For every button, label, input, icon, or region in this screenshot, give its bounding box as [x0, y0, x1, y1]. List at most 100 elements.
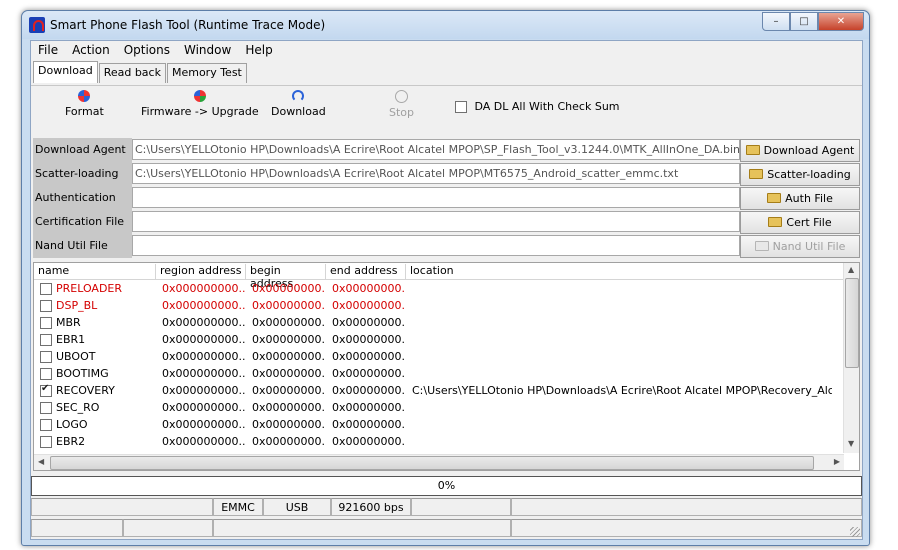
- row-checkbox[interactable]: [40, 351, 52, 363]
- row-checkbox[interactable]: [40, 383, 52, 397]
- download-agent-row: Download Agent C:\Users\YELLOtonio HP\Do…: [33, 138, 860, 162]
- partition-name-cell: DSP_BL: [56, 299, 98, 312]
- end-address-cell: 0x00000000...: [332, 333, 404, 346]
- table-row[interactable]: DSP_BL 0x000000000... 0x00000000... 0x00000…: [34, 297, 844, 314]
- menu-action[interactable]: Action: [65, 41, 117, 60]
- row-checkbox[interactable]: [40, 283, 52, 295]
- horizontal-scroll-thumb[interactable]: [50, 456, 814, 470]
- window-title: Smart Phone Flash Tool (Runtime Trace Mo…: [50, 18, 326, 32]
- col-begin-address[interactable]: begin address: [246, 264, 326, 290]
- table-row[interactable]: MBR 0x000000000... 0x00000000... 0x00000000…: [34, 314, 844, 331]
- row-checkbox[interactable]: [40, 334, 52, 346]
- partition-name-cell: PRELOADER: [56, 282, 123, 295]
- app-icon: [29, 17, 45, 33]
- partition-table: name region address begin address end ad…: [33, 262, 860, 471]
- table-header: name region address begin address end ad…: [34, 263, 844, 290]
- da-dl-check-option[interactable]: DA DL All With Check Sum: [455, 100, 620, 113]
- table-row[interactable]: EBR1 0x000000000... 0x00000000... 0x0000000…: [34, 331, 844, 348]
- title-bar[interactable]: Smart Phone Flash Tool (Runtime Trace Mo…: [22, 11, 869, 39]
- client-area: File Action Options Window Help Download…: [30, 40, 863, 540]
- table-row[interactable]: EBR2 0x000000000... 0x00000000... 0x0000000…: [34, 433, 844, 450]
- status-cell-empty: [31, 519, 123, 537]
- scatter-loading-field[interactable]: C:\Users\YELLOtonio HP\Downloads\A Ecrir…: [132, 163, 740, 184]
- vertical-scroll-thumb[interactable]: [845, 278, 859, 368]
- firmware-upgrade-button[interactable]: Firmware -> Upgrade: [141, 90, 259, 118]
- menu-window[interactable]: Window: [177, 41, 238, 60]
- tab-memory-test[interactable]: Memory Test: [166, 63, 247, 83]
- begin-address-cell: 0x00000000...: [252, 435, 326, 448]
- download-icon: [292, 90, 305, 102]
- scatter-loading-label: Scatter-loading File: [33, 162, 132, 204]
- nand-util-button[interactable]: Nand Util File: [740, 235, 860, 258]
- row-checkbox[interactable]: [40, 368, 52, 380]
- folder-icon: [754, 241, 769, 251]
- row-checkbox[interactable]: [40, 402, 52, 414]
- col-end-address[interactable]: end address: [326, 264, 406, 279]
- stop-label: Stop: [389, 106, 415, 119]
- row-checkbox[interactable]: [40, 317, 52, 329]
- table-row[interactable]: RECOVERY 0x000000000... 0x00000000... 0x000…: [34, 382, 844, 399]
- auth-file-row: Authentication File Auth File: [33, 186, 860, 228]
- begin-address-cell: 0x00000000...: [252, 299, 326, 312]
- menu-options[interactable]: Options: [117, 41, 177, 60]
- col-region-address[interactable]: region address: [156, 264, 246, 279]
- da-dl-checkbox[interactable]: [455, 101, 467, 113]
- tab-read-back[interactable]: Read back: [98, 63, 166, 83]
- col-name[interactable]: name: [34, 264, 156, 279]
- row-checkbox[interactable]: [40, 436, 52, 448]
- maximize-button[interactable]: □: [790, 12, 818, 31]
- firmware-upgrade-label: Firmware -> Upgrade: [141, 105, 259, 118]
- horizontal-scrollbar[interactable]: ◀ ▶: [34, 454, 844, 470]
- cert-file-field[interactable]: [132, 211, 740, 232]
- table-row[interactable]: UBOOT 0x000000000... 0x00000000... 0x000000…: [34, 348, 844, 365]
- vertical-scrollbar[interactable]: ▲ ▼: [843, 263, 859, 453]
- row-checkbox[interactable]: [40, 300, 52, 312]
- partition-name-cell: EBR1: [56, 333, 86, 346]
- auth-file-field[interactable]: [132, 187, 740, 208]
- begin-address-cell: 0x00000000...: [252, 316, 326, 329]
- nand-util-field[interactable]: [132, 235, 740, 256]
- download-agent-button[interactable]: Download Agent: [740, 139, 860, 162]
- menu-help[interactable]: Help: [238, 41, 279, 60]
- auth-file-button-label: Auth File: [785, 192, 833, 205]
- status-cell-empty: [213, 519, 511, 537]
- status-bar: EMMC USB 921600 bps: [31, 498, 862, 518]
- table-row[interactable]: PRELOADER 0x000000000... 0x00000000... 0x00…: [34, 280, 844, 297]
- scroll-right-icon[interactable]: ▶: [834, 457, 840, 466]
- scatter-loading-button[interactable]: Scatter-loading: [740, 163, 860, 186]
- auth-file-button[interactable]: Auth File: [740, 187, 860, 210]
- format-button[interactable]: Format: [65, 90, 104, 118]
- close-button[interactable]: ✕: [818, 12, 864, 31]
- status-storage: EMMC: [213, 498, 263, 516]
- stop-button[interactable]: Stop: [389, 90, 414, 119]
- scroll-left-icon[interactable]: ◀: [38, 457, 44, 466]
- region-address-cell: 0x000000000...: [162, 367, 246, 380]
- location-cell: C:\Users\YELLOtonio HP\Downloads\A Ecrir…: [412, 384, 832, 397]
- col-location[interactable]: location: [406, 264, 844, 279]
- status-cell-empty: [411, 498, 511, 516]
- nand-util-label: Nand Util File: [33, 234, 132, 258]
- minimize-button[interactable]: –: [762, 12, 790, 31]
- begin-address-cell: 0x00000000...: [252, 350, 326, 363]
- table-row[interactable]: LOGO 0x000000000... 0x00000000... 0x0000000…: [34, 416, 844, 433]
- menu-file[interactable]: File: [31, 41, 65, 60]
- partition-name-cell: SEC_RO: [56, 401, 100, 414]
- table-row[interactable]: BOOTIMG 0x000000000... 0x00000000... 0x0000…: [34, 365, 844, 382]
- cert-file-button[interactable]: Cert File: [740, 211, 860, 234]
- menu-bar: File Action Options Window Help: [31, 41, 862, 60]
- region-address-cell: 0x000000000...: [162, 384, 246, 397]
- scroll-down-icon[interactable]: ▼: [848, 439, 854, 448]
- folder-icon: [768, 217, 783, 227]
- table-row[interactable]: SEC_RO 0x000000000... 0x00000000... 0x00000…: [34, 399, 844, 416]
- end-address-cell: 0x00000000...: [332, 384, 404, 397]
- row-checkbox[interactable]: [40, 419, 52, 431]
- download-agent-field[interactable]: C:\Users\YELLOtonio HP\Downloads\A Ecrir…: [132, 139, 740, 160]
- scroll-up-icon[interactable]: ▲: [848, 265, 854, 274]
- tab-download[interactable]: Download: [33, 61, 98, 83]
- download-button[interactable]: Download: [271, 90, 326, 118]
- da-dl-check-label: DA DL All With Check Sum: [474, 100, 620, 113]
- progress-label: 0%: [437, 479, 456, 492]
- status-cell-empty: [123, 519, 213, 537]
- resize-grip-icon[interactable]: [850, 527, 860, 537]
- nand-util-button-label: Nand Util File: [772, 240, 846, 253]
